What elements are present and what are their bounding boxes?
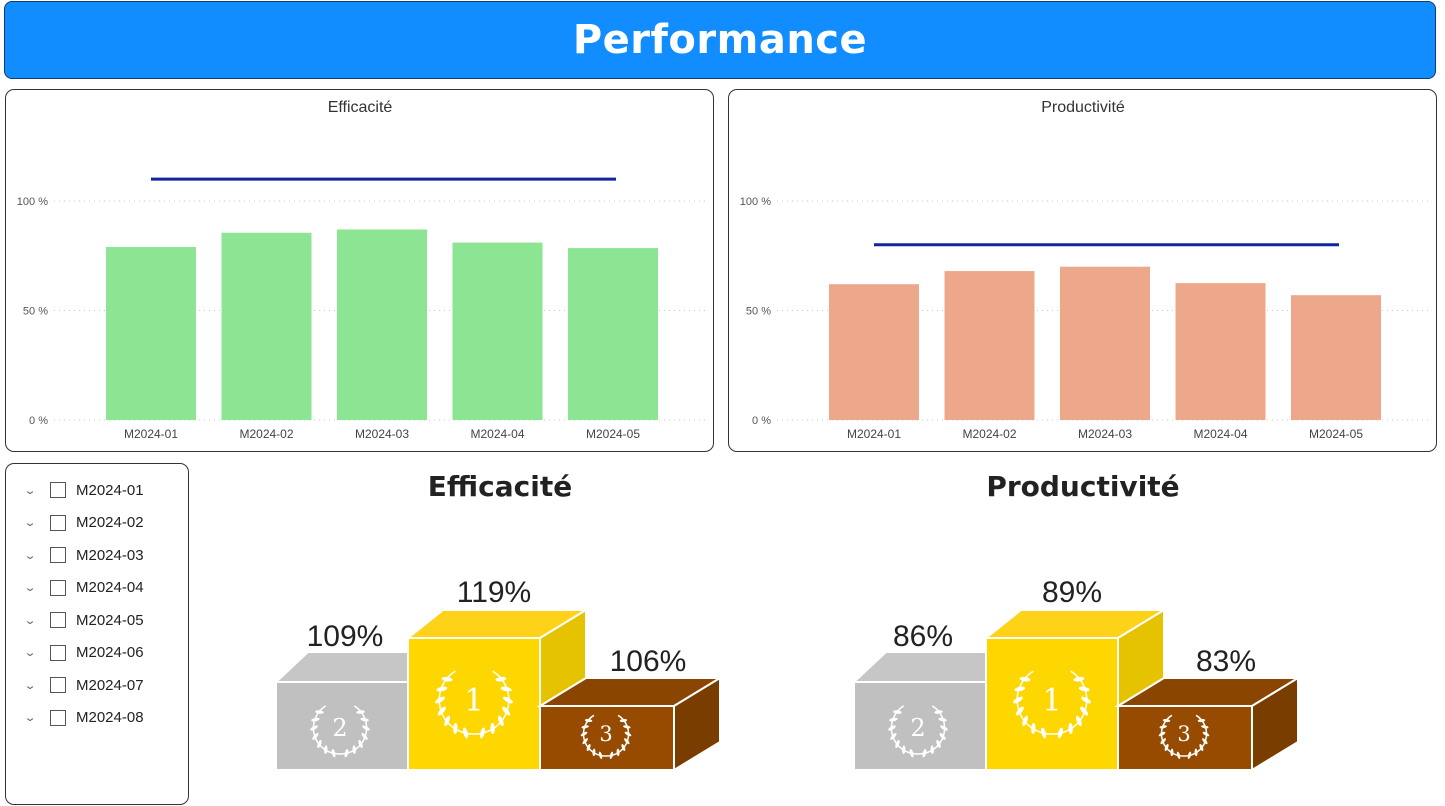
checkbox[interactable] [50, 514, 66, 531]
chevron-down-icon[interactable]: ⌄ [24, 679, 41, 692]
x-tick-label: M2024-04 [470, 427, 524, 441]
checkbox[interactable] [50, 547, 66, 563]
y-tick-label: 50 % [746, 306, 771, 318]
first-place-value: 119% [457, 576, 532, 609]
bar[interactable] [337, 229, 427, 420]
slicer-item[interactable]: ⌄ M2024-08 [24, 706, 144, 730]
third-place-block: 3 [1114, 676, 1302, 772]
rank-number: 1 [1042, 683, 1062, 719]
x-tick-label: M2024-04 [1193, 427, 1247, 441]
chevron-down-icon[interactable]: ⌄ [24, 581, 41, 594]
second-place-block: 2 [851, 651, 987, 771]
slicer-item-label: M2024-05 [76, 611, 144, 629]
efficacite-bar-chart: Efficacité 100 % 50 % 0 % M2024-01 M2024-02 M2… [17, 99, 706, 441]
month-slicer: ⌄ M2024-01 ⌄ M2024-02 ⌄ M2024-03 ⌄ M2024-04 ⌄ M20… [5, 463, 189, 805]
slicer-item[interactable]: ⌄ M2024-04 [24, 576, 144, 600]
page-header: Performance [4, 1, 1436, 79]
x-tick-label: M2024-05 [1309, 427, 1363, 441]
third-place-value: 83% [1196, 645, 1256, 678]
bar[interactable] [568, 248, 658, 420]
slicer-item-label: M2024-06 [76, 644, 144, 661]
checkbox[interactable] [50, 482, 66, 498]
efficacite-chart-card[interactable]: Efficacité 100 % 50 % 0 % M2024-01 M2024-02 M2… [5, 89, 714, 452]
slicer-item-label: M2024-07 [76, 676, 144, 694]
third-place-value: 106% [610, 645, 687, 678]
slicer-item[interactable]: ⌄ M2024-01 [24, 478, 144, 502]
bar[interactable] [221, 232, 312, 420]
chevron-down-icon[interactable]: ⌄ [24, 484, 41, 497]
productivite-bar-chart: Productivité 100 % 50 % 0 % M2024-01 M2024-02… [740, 99, 1429, 441]
productivite-podium: 2 1 3 86% 89% 83% [851, 576, 1302, 772]
x-tick-label: M2024-02 [239, 427, 293, 441]
bar[interactable] [1060, 266, 1150, 420]
efficacite-podium: 2 1 3 109% 119% 106% [273, 576, 724, 772]
productivite-podium-title: Productivité [986, 470, 1180, 503]
chevron-down-icon[interactable]: ⌄ [24, 549, 41, 562]
rank-number: 2 [332, 714, 347, 742]
checkbox[interactable] [50, 677, 66, 693]
checkbox[interactable] [50, 709, 66, 726]
slicer-item-label: M2024-03 [76, 546, 144, 564]
page-title: Performance [572, 17, 868, 63]
checkbox[interactable] [50, 579, 66, 596]
efficacite-podium-title: Efficacité [427, 470, 573, 503]
chart-title: Efficacité [328, 99, 393, 116]
bar[interactable] [106, 246, 196, 420]
rank-number: 2 [910, 714, 925, 742]
x-tick-label: M2024-02 [962, 427, 1016, 441]
chevron-down-icon[interactable]: ⌄ [24, 646, 41, 659]
slicer-item[interactable]: ⌄ M2024-02 [24, 511, 144, 535]
x-tick-label: M2024-05 [586, 427, 640, 441]
slicer-item-label: M2024-01 [76, 481, 144, 499]
first-place-value: 89% [1042, 576, 1102, 609]
slicer-item-label: M2024-08 [76, 709, 144, 726]
checkbox[interactable] [50, 644, 66, 661]
y-tick-label: 100 % [740, 196, 771, 208]
chart-title: Productivité [1041, 99, 1125, 116]
slicer-item[interactable]: ⌄ M2024-06 [24, 641, 144, 665]
bar[interactable] [452, 242, 543, 420]
y-tick-label: 100 % [17, 196, 48, 208]
bar[interactable] [944, 271, 1035, 420]
second-place-value: 109% [307, 620, 384, 653]
x-tick-label: M2024-03 [1078, 427, 1132, 441]
y-tick-label: 50 % [23, 306, 48, 318]
second-place-block: 2 [273, 651, 409, 771]
slicer-item[interactable]: ⌄ M2024-03 [24, 543, 144, 567]
slicer-item[interactable]: ⌄ M2024-05 [24, 608, 144, 632]
rank-number: 3 [1177, 722, 1190, 746]
slicer-item[interactable]: ⌄ M2024-07 [24, 673, 144, 697]
y-tick-label: 0 % [752, 415, 771, 427]
y-tick-label: 0 % [29, 415, 48, 427]
x-tick-label: M2024-03 [355, 427, 409, 441]
rank-number: 1 [464, 683, 484, 719]
productivite-chart-card[interactable]: Productivité 100 % 50 % 0 % M2024-01 M2024-02… [728, 89, 1437, 452]
bar[interactable] [1291, 295, 1381, 420]
chevron-down-icon[interactable]: ⌄ [24, 614, 41, 627]
x-tick-label: M2024-01 [124, 427, 178, 441]
slicer-item-label: M2024-02 [76, 514, 144, 531]
bar[interactable] [829, 284, 919, 420]
slicer-item-label: M2024-04 [76, 579, 144, 596]
second-place-value: 86% [893, 620, 953, 653]
bar[interactable] [1175, 283, 1266, 420]
checkbox[interactable] [50, 612, 66, 628]
x-tick-label: M2024-01 [847, 427, 901, 441]
rank-number: 3 [599, 722, 612, 746]
chevron-down-icon[interactable]: ⌄ [24, 711, 41, 724]
third-place-block: 3 [536, 676, 724, 772]
chevron-down-icon[interactable]: ⌄ [24, 516, 41, 529]
